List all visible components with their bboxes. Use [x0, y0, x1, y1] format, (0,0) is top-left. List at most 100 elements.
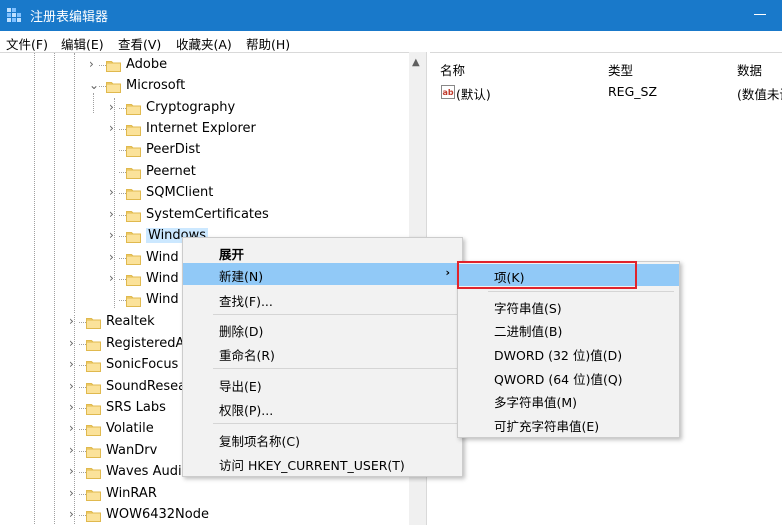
tree-item-label[interactable]: Microsoft — [126, 78, 185, 93]
tree-item-label[interactable]: Peernet — [146, 164, 196, 179]
tree-item-wow6432node[interactable]: › WOW6432Node — [0, 505, 408, 525]
folder-icon — [126, 272, 141, 287]
tree-connector — [99, 65, 106, 66]
scroll-up-icon[interactable]: ▲ — [412, 57, 420, 68]
title-bar: 注册表编辑器 — [0, 0, 782, 31]
menu-separator — [488, 291, 674, 292]
expand-icon[interactable]: › — [109, 207, 119, 221]
menu-bar: 文件(F) 编辑(E) 查看(V) 收藏夹(A) 帮助(H) — [0, 31, 782, 52]
tree-item-label[interactable]: WOW6432Node — [106, 507, 209, 522]
folder-icon — [86, 380, 101, 395]
menu-item-expand[interactable]: 展开 — [183, 241, 462, 263]
menu-item-find[interactable]: 查找(F)... — [183, 288, 462, 310]
tree-item-adobe[interactable]: › Adobe — [0, 55, 408, 76]
tree-item-label[interactable]: Waves Audi — [106, 464, 182, 479]
minimize-button[interactable] — [754, 14, 766, 15]
tree-item-label[interactable]: SRS Labs — [106, 400, 166, 415]
tree-connector — [119, 279, 126, 280]
tree-item-microsoft[interactable]: ⌄ Microsoft — [0, 76, 408, 97]
folder-icon — [86, 315, 101, 330]
tree-item-label[interactable]: RegisteredA — [106, 336, 184, 351]
column-header-name[interactable]: 名称 — [440, 60, 465, 79]
annotation-highlight-box — [457, 261, 637, 289]
menu-item-copy-key-name[interactable]: 复制项名称(C) — [183, 428, 462, 450]
tree-item-peerdist[interactable]: PeerDist — [0, 140, 408, 161]
tree-item-label[interactable]: Internet Explorer — [146, 121, 256, 136]
tree-item-label[interactable]: WinRAR — [106, 486, 157, 501]
submenu-item-qword-value[interactable]: QWORD (64 位)值(Q) — [458, 366, 679, 388]
tree-item-winrar[interactable]: › WinRAR — [0, 484, 408, 505]
tree-item-label[interactable]: Realtek — [106, 314, 155, 329]
expand-icon[interactable]: › — [69, 336, 79, 350]
menu-item-new[interactable]: 新建(N) › — [183, 263, 462, 285]
tree-item-cryptography[interactable]: › Cryptography — [0, 98, 408, 119]
value-name-default[interactable]: (默认) — [456, 84, 491, 103]
folder-icon — [86, 465, 101, 480]
collapse-icon[interactable]: ⌄ — [89, 78, 99, 92]
tree-item-label[interactable]: Adobe — [126, 57, 167, 72]
tree-item-label[interactable]: SQMClient — [146, 185, 213, 200]
expand-icon[interactable]: › — [69, 443, 79, 457]
folder-icon — [86, 358, 101, 373]
tree-connector — [119, 258, 126, 259]
expand-icon[interactable]: › — [69, 379, 79, 393]
expand-icon[interactable]: › — [109, 228, 119, 242]
submenu-item-expandable-string-value[interactable]: 可扩充字符串值(E) — [458, 413, 679, 435]
menu-item-delete[interactable]: 删除(D) — [183, 318, 462, 340]
expand-icon[interactable]: › — [109, 121, 119, 135]
expand-icon[interactable]: › — [109, 250, 119, 264]
tree-item-label[interactable]: Wind — [146, 271, 179, 286]
tree-item-label[interactable]: Volatile — [106, 421, 154, 436]
expand-icon[interactable]: › — [69, 357, 79, 371]
tree-connector — [79, 451, 86, 452]
folder-icon — [86, 444, 101, 459]
menu-item-export[interactable]: 导出(E) — [183, 373, 462, 395]
tree-connector — [119, 150, 126, 151]
column-header-type[interactable]: 类型 — [608, 60, 633, 79]
menu-item-goto-hkcu[interactable]: 访问 HKEY_CURRENT_USER(T) — [183, 452, 462, 474]
tree-item-peernet[interactable]: Peernet — [0, 162, 408, 183]
menu-favorites[interactable]: 收藏夹(A) — [176, 34, 232, 53]
folder-icon — [126, 143, 141, 158]
tree-item-label[interactable]: PeerDist — [146, 142, 200, 157]
expand-icon[interactable]: › — [69, 400, 79, 414]
tree-item-label[interactable]: Wind — [146, 250, 179, 265]
tree-connector — [119, 108, 126, 109]
menu-help[interactable]: 帮助(H) — [246, 34, 290, 53]
column-header-data[interactable]: 数据 — [737, 60, 762, 79]
tree-connector — [79, 472, 86, 473]
menu-item-rename[interactable]: 重命名(R) — [183, 342, 462, 364]
tree-item-label[interactable]: SonicFocus — [106, 357, 178, 372]
expand-icon[interactable]: › — [69, 314, 79, 328]
tree-connector — [119, 300, 126, 301]
submenu-item-string-value[interactable]: 字符串值(S) — [458, 295, 679, 317]
menu-item-permissions[interactable]: 权限(P)... — [183, 397, 462, 419]
expand-icon[interactable]: › — [89, 57, 99, 71]
menu-view[interactable]: 查看(V) — [118, 34, 161, 53]
expand-icon[interactable]: › — [69, 464, 79, 478]
tree-connector — [79, 429, 86, 430]
tree-item-internet-explorer[interactable]: › Internet Explorer — [0, 119, 408, 140]
context-menu: 展开 新建(N) › 查找(F)... 删除(D) 重命名(R) 导出(E) 权限… — [182, 237, 463, 477]
tree-item-label[interactable]: Cryptography — [146, 100, 235, 115]
expand-icon[interactable]: › — [69, 507, 79, 521]
expand-icon[interactable]: › — [109, 271, 119, 285]
tree-item-label[interactable]: WanDrv — [106, 443, 157, 458]
tree-item-label[interactable]: SoundResea — [106, 379, 186, 394]
menu-file[interactable]: 文件(F) — [6, 34, 48, 53]
submenu-item-dword-value[interactable]: DWORD (32 位)值(D) — [458, 342, 679, 364]
folder-icon — [126, 165, 141, 180]
submenu-item-multi-string-value[interactable]: 多字符串值(M) — [458, 389, 679, 411]
tree-item-sqmclient[interactable]: › SQMClient — [0, 183, 408, 204]
expand-icon[interactable]: › — [109, 185, 119, 199]
expand-icon[interactable]: › — [69, 421, 79, 435]
tree-item-systemcertificates[interactable]: › SystemCertificates — [0, 205, 408, 226]
expand-icon[interactable]: › — [69, 486, 79, 500]
folder-icon — [106, 58, 121, 73]
submenu-item-binary-value[interactable]: 二进制值(B) — [458, 318, 679, 340]
tree-item-label[interactable]: Wind — [146, 292, 179, 307]
menu-edit[interactable]: 编辑(E) — [61, 34, 104, 53]
tree-item-label[interactable]: SystemCertificates — [146, 207, 269, 222]
folder-icon — [126, 229, 141, 244]
expand-icon[interactable]: › — [109, 100, 119, 114]
